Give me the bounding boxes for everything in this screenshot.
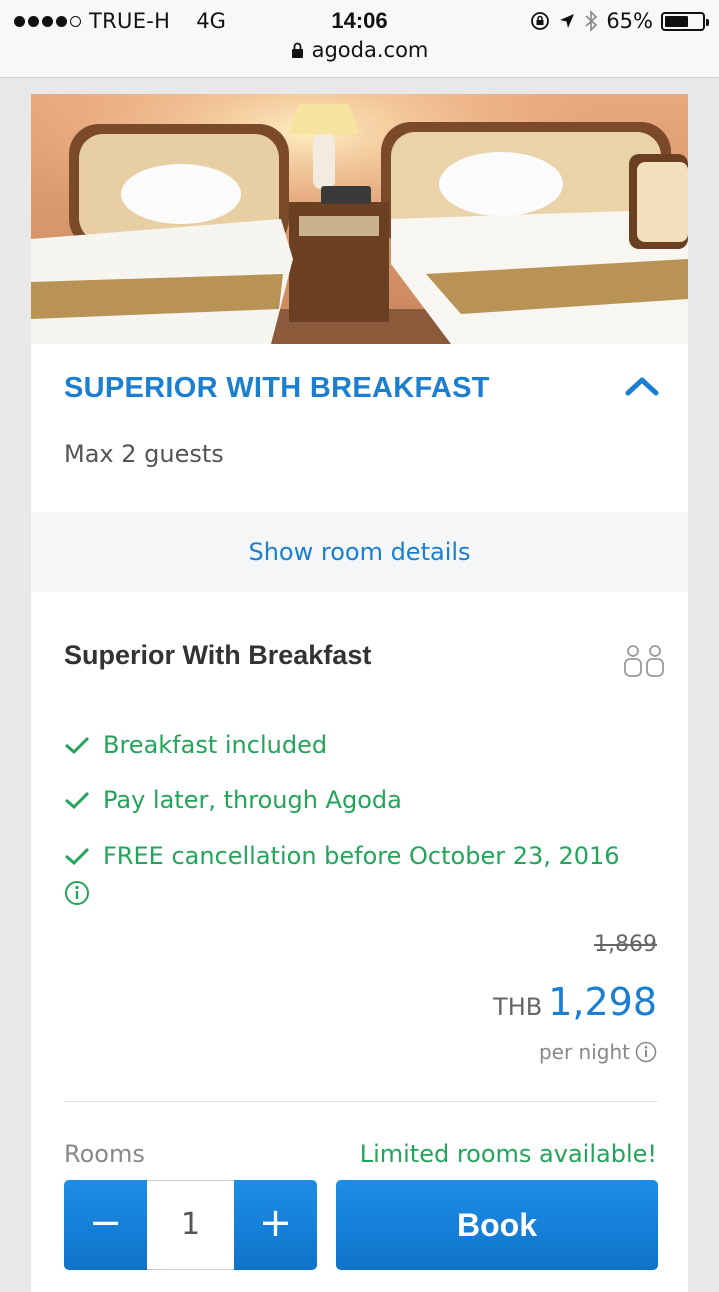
price-value: 1,298	[548, 980, 657, 1024]
feature-pay-later: Pay later, through Agoda	[64, 786, 402, 814]
room-header[interactable]: SUPERIOR WITH BREAKFAST	[31, 344, 688, 436]
bluetooth-icon	[585, 10, 598, 32]
url-text: agoda.com	[311, 38, 429, 62]
increase-rooms-button[interactable]: +	[234, 1180, 317, 1270]
max-guests-text: Max 2 guests	[64, 440, 224, 468]
check-icon	[65, 791, 90, 810]
feature-free-cancellation: FREE cancellation before October 23, 201…	[64, 842, 620, 870]
availability-notice: Limited rooms available!	[359, 1140, 657, 1168]
price: THB 1,298	[493, 980, 657, 1024]
offer-title: Superior With Breakfast	[64, 640, 372, 670]
rooms-count[interactable]: 1	[147, 1180, 234, 1270]
orientation-lock-icon	[531, 12, 550, 30]
status-bar: TRUE-H 4G 14:06 65% agoda.com	[0, 0, 719, 78]
rooms-label: Rooms	[64, 1140, 145, 1168]
decrease-rooms-button[interactable]: −	[64, 1180, 147, 1270]
two-guests-icon	[624, 645, 664, 677]
battery-percentage: 65%	[606, 9, 653, 33]
rooms-quantity-stepper: − 1 +	[64, 1180, 317, 1270]
price-info-icon[interactable]	[635, 1041, 657, 1063]
address-bar[interactable]: agoda.com	[0, 38, 719, 62]
check-icon	[65, 736, 90, 755]
feature-label: Pay later, through Agoda	[103, 786, 402, 814]
book-button[interactable]: Book	[336, 1180, 658, 1270]
room-title: SUPERIOR WITH BREAKFAST	[64, 372, 490, 404]
original-price: 1,869	[594, 932, 657, 957]
room-card: SUPERIOR WITH BREAKFAST Max 2 guests Sho…	[31, 94, 688, 1292]
cancellation-info-icon[interactable]	[64, 880, 90, 906]
feature-breakfast: Breakfast included	[64, 731, 327, 759]
show-room-details-link[interactable]: Show room details	[31, 512, 688, 592]
chevron-up-icon[interactable]	[624, 374, 660, 398]
check-icon	[65, 847, 90, 866]
divider	[64, 1101, 657, 1102]
location-arrow-icon	[560, 14, 575, 28]
battery-icon	[661, 11, 709, 31]
rate-offer: Superior With Breakfast Breakfast includ…	[31, 592, 688, 1292]
currency-label: THB	[493, 993, 543, 1021]
feature-label: FREE cancellation before October 23, 201…	[103, 842, 620, 870]
room-photo	[31, 94, 688, 344]
feature-label: Breakfast included	[103, 731, 328, 759]
lock-icon	[291, 42, 303, 58]
per-night-text: per night	[538, 1040, 630, 1064]
per-night-label: per night	[539, 1040, 657, 1064]
